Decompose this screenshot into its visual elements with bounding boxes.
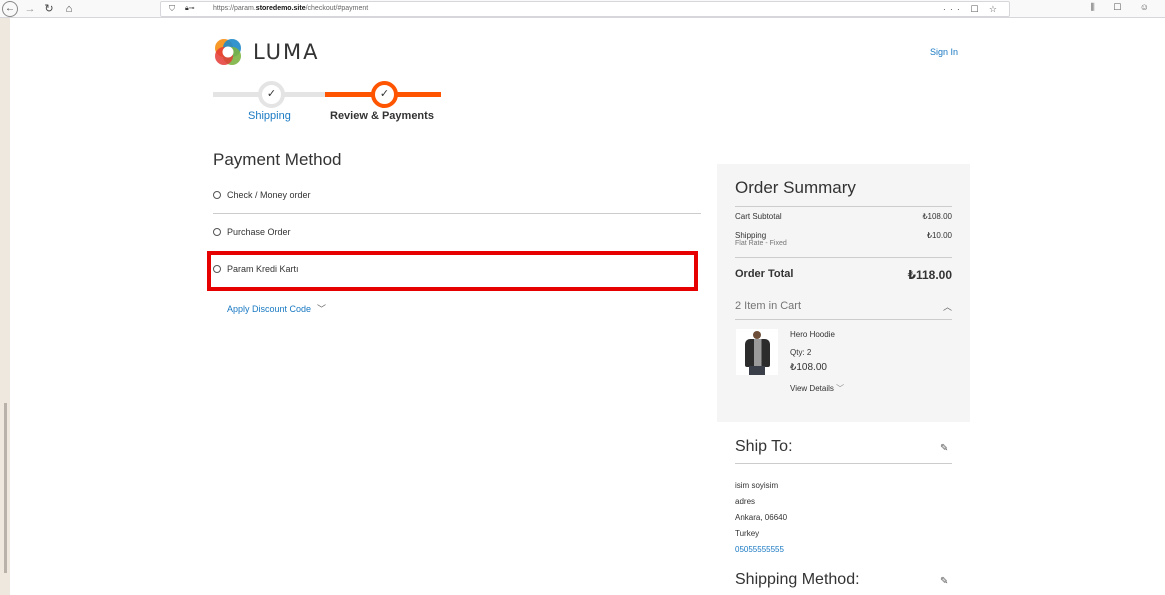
divider (735, 463, 952, 464)
product-image-hoodie (736, 329, 778, 375)
discount-label: Apply Discount Code (227, 304, 312, 314)
library-sidebar-account-icons[interactable]: ⫼ ☐ ☺ (1091, 2, 1157, 13)
lock-icon[interactable]: 🔒︎⊸ (185, 2, 195, 16)
url-text[interactable]: https://param.storedemo.site/checkout/#p… (213, 2, 368, 16)
view-details-toggle[interactable]: View Details ﹀ (790, 383, 844, 394)
step-shipping-check-icon: ✓ (258, 81, 285, 108)
payment-option-label: Param Kredi Kartı (227, 264, 299, 274)
shield-icon[interactable]: ⛉ (169, 2, 175, 16)
payment-option-param-kredi-karti[interactable]: Param Kredi Kartı (213, 264, 299, 274)
ship-to-title: Ship To: (735, 438, 793, 455)
apply-discount-toggle[interactable]: Apply Discount Code ﹀ (227, 302, 326, 315)
radio-button[interactable] (213, 265, 221, 273)
divider (735, 319, 952, 320)
shipping-row: Shipping ₺10.00 Flat Rate - Fixed (735, 231, 952, 247)
ship-to-city: Ankara, 06640 (735, 513, 788, 522)
ship-to-phone-link[interactable]: 05055555555 (735, 545, 784, 554)
product-qty: Qty: 2 (790, 348, 812, 357)
chevron-up-icon[interactable]: ︿ (943, 300, 952, 313)
luma-logo-icon (215, 39, 241, 65)
payment-option-check-money[interactable]: Check / Money order (213, 190, 311, 200)
order-total-label: Order Total (735, 268, 794, 280)
ship-to-address: adres (735, 497, 756, 506)
chevron-down-icon: ﹀ (317, 304, 327, 314)
order-total-row: Order Total ₺118.00 (735, 268, 952, 282)
subtotal-row: Cart Subtotal ₺108.00 (735, 212, 952, 221)
step-payment-check-icon: ✓ (371, 81, 398, 108)
radio-button[interactable] (213, 228, 221, 236)
reload-icon[interactable]: ↻ (41, 1, 57, 17)
payment-option-label: Check / Money order (227, 190, 311, 200)
subtotal-value: ₺108.00 (922, 212, 952, 221)
ship-to-name: isim soyisim (735, 481, 779, 490)
cart-items-toggle[interactable]: 2 Item in Cart ︿ (735, 300, 952, 312)
order-total-value: ₺118.00 (907, 268, 952, 282)
order-summary-title: Order Summary (735, 178, 856, 197)
radio-button[interactable] (213, 191, 221, 199)
back-arrow-icon[interactable]: ← (2, 1, 18, 17)
logo-text: LUMA (253, 40, 320, 64)
product-image-head (753, 331, 761, 339)
address-bar[interactable]: ⛉ 🔒︎⊸ https://param.storedemo.site/check… (160, 1, 1010, 17)
product-price: ₺108.00 (790, 362, 827, 373)
step-review-payments-label: Review & Payments (330, 110, 434, 122)
pencil-icon[interactable]: ✎ (940, 576, 948, 587)
payment-option-label: Purchase Order (227, 227, 291, 237)
luma-logo[interactable]: LUMA (213, 37, 320, 67)
view-details-label: View Details (790, 384, 834, 393)
payment-method-title: Payment Method (213, 150, 342, 169)
divider (735, 206, 952, 207)
step-shipping-link[interactable]: Shipping (248, 110, 291, 122)
shipping-sub-label: Flat Rate - Fixed (735, 240, 787, 247)
ship-to-country: Turkey (735, 529, 760, 538)
browser-toolbar: ← → ↻ ⌂ ⛉ 🔒︎⊸ https://param.storedemo.si… (0, 0, 1165, 18)
page-actions-icons[interactable]: ··· ☐ ☆ (943, 2, 1001, 16)
product-image-body (745, 339, 770, 367)
page-edge-decoration (0, 18, 10, 595)
forward-arrow-icon[interactable]: → (22, 1, 38, 17)
order-summary-panel: Order Summary Cart Subtotal ₺108.00 Ship… (717, 164, 970, 422)
chevron-down-icon: ﹀ (836, 384, 845, 393)
product-name: Hero Hoodie (790, 330, 835, 339)
shipping-value: ₺10.00 (926, 231, 952, 240)
divider (735, 257, 952, 258)
scroll-mark (4, 403, 7, 573)
product-image-legs (749, 366, 765, 375)
home-icon[interactable]: ⌂ (61, 1, 77, 17)
payment-option-purchase-order[interactable]: Purchase Order (213, 227, 291, 237)
pencil-icon[interactable]: ✎ (940, 443, 948, 454)
cart-count-label: 2 Item in Cart (735, 300, 802, 312)
shipping-method-title: Shipping Method: (735, 571, 860, 588)
shipping-label: Shipping (735, 231, 767, 240)
sign-in-link[interactable]: Sign In (930, 47, 958, 57)
divider (213, 213, 701, 214)
subtotal-label: Cart Subtotal (735, 212, 782, 221)
